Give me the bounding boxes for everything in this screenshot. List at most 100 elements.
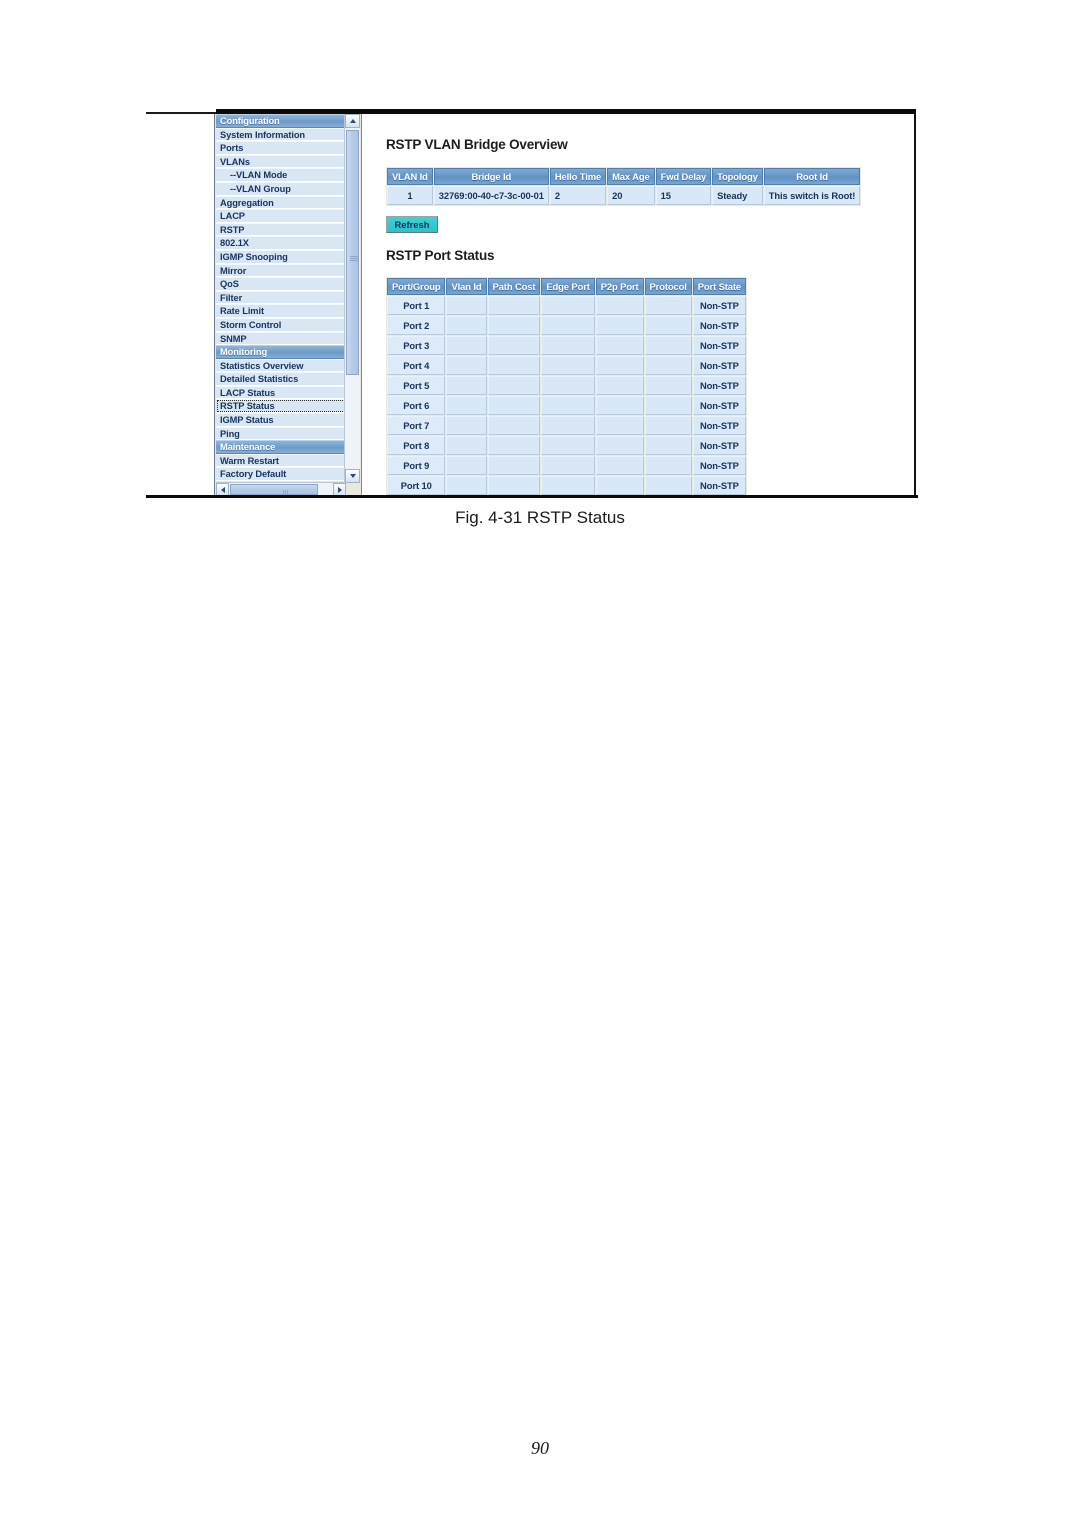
table-cell: Port 8 — [387, 436, 446, 455]
sidebar-item-label: Ports — [220, 143, 244, 154]
table-cell — [487, 356, 541, 375]
sidebar-item-vlans[interactable]: VLANs — [216, 154, 346, 169]
table-body: 1 32769:00-40-c7-3c-00-01 2 20 15 Steady This … — [387, 186, 861, 205]
sidebar-item-warm-restart[interactable]: Warm Restart — [216, 453, 346, 468]
table-cell — [487, 456, 541, 475]
table-row: Port 3 Non-STP — [387, 336, 747, 355]
sidebar-item-snmp[interactable]: SNMP — [216, 331, 346, 346]
table-cell — [487, 316, 541, 335]
scroll-down-button[interactable] — [345, 469, 360, 483]
sidebar-item-igmp-snooping[interactable]: IGMP Snooping — [216, 249, 346, 264]
sidebar-item-maintenance[interactable]: Maintenance — [216, 440, 346, 454]
table-cell — [446, 336, 487, 355]
sidebar-item-statistics-overview[interactable]: Statistics Overview — [216, 358, 346, 373]
sidebar-item-configuration[interactable]: Configuration — [216, 114, 346, 128]
sidebar-item-lacp-status[interactable]: LACP Status — [216, 385, 346, 400]
table-cell — [541, 456, 595, 475]
vertical-scrollbar-thumb[interactable] — [346, 130, 359, 375]
column-header: Port/Group — [387, 278, 446, 295]
sidebar-item-ping[interactable]: Ping — [216, 426, 346, 441]
sidebar-item-aggregation[interactable]: Aggregation — [216, 195, 346, 210]
sidebar-item-label: QoS — [220, 279, 239, 290]
table-cell — [541, 416, 595, 435]
table-cell — [644, 296, 692, 315]
sidebar-item-label: Factory Default — [220, 469, 287, 480]
sidebar-item-igmp-status[interactable]: IGMP Status — [216, 413, 346, 427]
table-cell: Non-STP — [692, 356, 747, 375]
sidebar-item-label: 802.1X — [220, 238, 249, 249]
column-header: Vlan Id — [446, 278, 487, 295]
table-cell: Port 5 — [387, 376, 446, 395]
table-row: Port 7 Non-STP — [387, 416, 747, 435]
sidebar-item-lacp[interactable]: LACP — [216, 209, 346, 223]
table-row: Port 2 Non-STP — [387, 316, 747, 335]
table-cell: 15 — [655, 186, 712, 205]
table-cell: This switch is Root! — [763, 186, 861, 205]
scrollbar-grip-icon — [350, 256, 358, 262]
table-header-row: VLAN Id Bridge Id Hello Time Max Age Fwd Del… — [387, 168, 861, 185]
table-cell — [644, 396, 692, 415]
sidebar-item-detailed-statistics[interactable]: Detailed Statistics — [216, 372, 346, 386]
table-cell — [541, 296, 595, 315]
table-cell — [595, 336, 644, 355]
table-body: Port 1 Non-STP Port 2 Non-STP Port 3 Non-S… — [387, 296, 747, 497]
table-cell — [487, 296, 541, 315]
figure-caption: Fig. 4-31 RSTP Status — [455, 508, 625, 527]
table-cell: 1 — [387, 186, 433, 205]
switch-web-ui-screenshot: Configuration System Information Ports VLAN… — [146, 114, 916, 497]
sidebar-vertical-scrollbar[interactable] — [344, 114, 360, 483]
sidebar-item-system-information[interactable]: System Information — [216, 127, 346, 142]
sidebar-item-label: Filter — [220, 292, 243, 303]
sidebar-item-monitoring[interactable]: Monitoring — [216, 345, 346, 359]
sidebar-item-label: SNMP — [220, 333, 247, 344]
sidebar-item-label: --VLAN Mode — [230, 170, 288, 181]
footer-rule — [146, 495, 918, 498]
sidebar-horizontal-scrollbar[interactable] — [216, 482, 346, 496]
sidebar-item-factory-default[interactable]: Factory Default — [216, 467, 346, 482]
sidebar-item-storm-control[interactable]: Storm Control — [216, 317, 346, 332]
table-cell — [541, 396, 595, 415]
scrollbar-grip-icon — [283, 490, 289, 494]
table-cell: 32769:00-40-c7-3c-00-01 — [433, 186, 549, 205]
sidebar-item-label: Ping — [220, 428, 240, 439]
column-header: Fwd Delay — [655, 168, 712, 185]
scroll-up-button[interactable] — [345, 114, 360, 128]
table-cell — [487, 376, 541, 395]
table-cell: Port 4 — [387, 356, 446, 375]
refresh-button[interactable]: Refresh — [386, 216, 438, 233]
port-status-title: RSTP Port Status — [386, 248, 495, 263]
table-cell — [644, 376, 692, 395]
table-cell: Port 10 — [387, 476, 446, 495]
table-cell — [541, 436, 595, 455]
table-cell — [541, 376, 595, 395]
sidebar-item-mirror[interactable]: Mirror — [216, 263, 346, 278]
sidebar-item-filter[interactable]: Filter — [216, 290, 346, 305]
table-cell — [487, 476, 541, 495]
table-row: Port 10 Non-STP — [387, 476, 747, 495]
sidebar-item-rate-limit[interactable]: Rate Limit — [216, 304, 346, 318]
table-cell — [446, 296, 487, 315]
main-content-panel: RSTP VLAN Bridge Overview VLAN Id Bridge … — [378, 114, 914, 497]
sidebar-item-label: Mirror — [220, 265, 247, 276]
sidebar-item-rstp-status[interactable]: RSTP Status — [216, 399, 346, 414]
column-header: Protocol — [644, 278, 692, 295]
table-cell: Non-STP — [692, 376, 747, 395]
sidebar-item-vlan-mode[interactable]: --VLAN Mode — [216, 168, 346, 182]
table-cell — [541, 356, 595, 375]
sidebar-item-802-1x[interactable]: 802.1X — [216, 236, 346, 250]
table-cell — [446, 456, 487, 475]
sidebar-item-qos[interactable]: QoS — [216, 277, 346, 291]
horizontal-scrollbar-thumb[interactable] — [230, 484, 318, 495]
table-cell — [446, 436, 487, 455]
sidebar-item-rstp[interactable]: RSTP — [216, 222, 346, 237]
table-row: Port 5 Non-STP — [387, 376, 747, 395]
table-cell — [595, 396, 644, 415]
sidebar-item-label: Rate Limit — [220, 306, 264, 317]
sidebar-item-ports[interactable]: Ports — [216, 141, 346, 155]
sidebar-item-label: --VLAN Group — [230, 183, 291, 194]
page-number: 90 — [531, 1438, 549, 1458]
rstp-vlan-bridge-overview-table: VLAN Id Bridge Id Hello Time Max Age Fwd Del… — [386, 167, 862, 206]
table-cell: Port 7 — [387, 416, 446, 435]
sidebar-item-vlan-group[interactable]: --VLAN Group — [216, 181, 346, 196]
column-header: VLAN Id — [387, 168, 433, 185]
